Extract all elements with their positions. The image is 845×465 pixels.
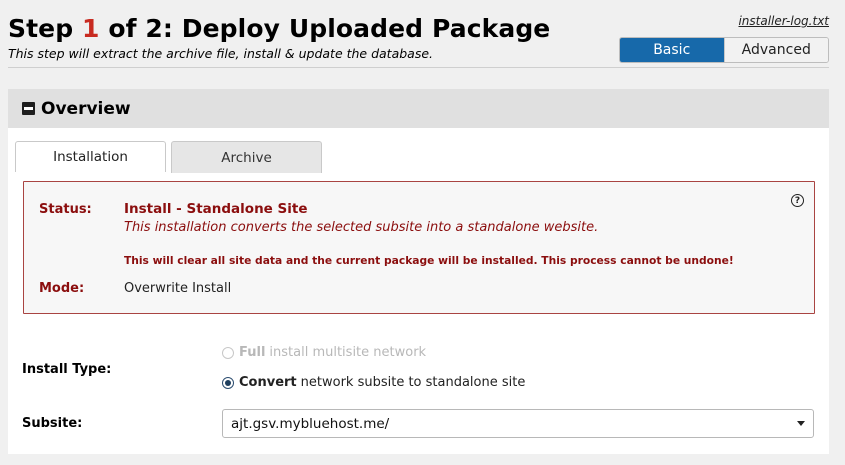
install-type-convert-option[interactable]: Convert network subsite to standalone si… (222, 375, 525, 390)
full-option-text: install multisite network (269, 345, 427, 360)
page-title: Step 1 of 2: Deploy Uploaded Package (8, 14, 551, 43)
help-icon[interactable]: ? (791, 194, 804, 207)
tab-archive[interactable]: Archive (171, 141, 322, 173)
advanced-mode-button[interactable]: Advanced (723, 38, 828, 62)
overview-title: Overview (41, 98, 131, 119)
status-label: Status: (39, 202, 92, 217)
status-description: This installation converts the selected … (124, 220, 599, 235)
convert-radio[interactable] (222, 376, 234, 389)
view-mode-toggle: Basic Advanced (619, 37, 829, 63)
page-subtitle: This step will extract the archive file,… (8, 46, 434, 61)
subsite-label: Subsite: (22, 416, 83, 431)
basic-mode-button[interactable]: Basic (620, 38, 724, 62)
page-header: Step 1 of 2: Deploy Uploaded Package Thi… (8, 10, 829, 68)
mode-value: Overwrite Install (124, 281, 232, 296)
convert-option-bold: Convert (239, 375, 297, 390)
step-number: 1 (82, 14, 100, 43)
install-type-full-option[interactable]: Full install multisite network (222, 345, 426, 360)
mode-label: Mode: (39, 281, 85, 296)
subsite-select[interactable]: ajt.gsv.mybluehost.me/ (222, 409, 814, 438)
overview-panel-header[interactable]: Overview (8, 89, 829, 128)
full-option-bold: Full (239, 345, 266, 360)
convert-option-text: network subsite to standalone site (300, 375, 526, 390)
subsite-value: ajt.gsv.mybluehost.me/ (231, 415, 390, 432)
tab-installation[interactable]: Installation (15, 141, 166, 172)
overview-panel: Overview Installation Archive Status: In… (8, 89, 829, 454)
full-radio[interactable] (222, 346, 234, 359)
status-box: Status: Install - Standalone Site This i… (23, 181, 815, 314)
status-value: Install - Standalone Site (124, 201, 308, 217)
install-type-label: Install Type: (22, 362, 112, 377)
installer-log-link[interactable]: installer-log.txt (738, 14, 829, 28)
collapse-icon[interactable] (22, 102, 35, 115)
dropdown-arrow-icon (797, 421, 805, 426)
warning-text: This will clear all site data and the cu… (124, 254, 734, 267)
